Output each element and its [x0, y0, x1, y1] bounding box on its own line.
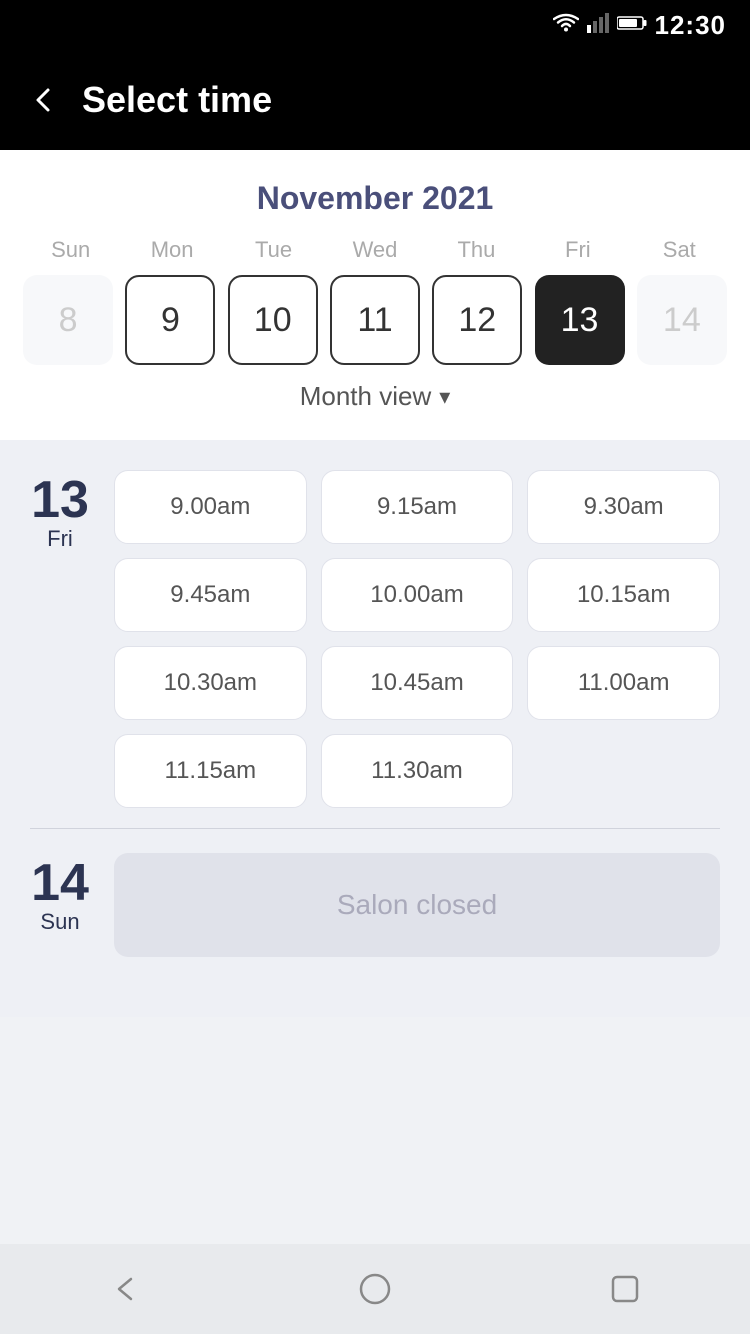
weekday-row: Sun Mon Tue Wed Thu Fri Sat	[20, 237, 730, 263]
nav-home-button[interactable]	[350, 1264, 400, 1314]
day-13-label: 13 Fri	[30, 470, 90, 808]
weekday-tue: Tue	[223, 237, 324, 263]
chevron-down-icon: ▾	[439, 384, 450, 410]
timeslot-945[interactable]: 9.45am	[114, 558, 307, 632]
month-view-toggle[interactable]: Month view ▾	[20, 365, 730, 420]
timeslot-1045[interactable]: 10.45am	[321, 646, 514, 720]
nav-recent-button[interactable]	[600, 1264, 650, 1314]
timeslot-900[interactable]: 9.00am	[114, 470, 307, 544]
timeslot-1000[interactable]: 10.00am	[321, 558, 514, 632]
date-cell-9[interactable]: 9	[125, 275, 215, 365]
day-14-section: 14 Sun Salon closed	[30, 853, 720, 957]
day-divider	[30, 828, 720, 829]
weekday-wed: Wed	[324, 237, 425, 263]
day-13-name: Fri	[47, 526, 73, 552]
date-cell-11[interactable]: 11	[330, 275, 420, 365]
timeslot-915[interactable]: 9.15am	[321, 470, 514, 544]
status-bar: 12:30	[0, 0, 750, 50]
timeslots-grid-13: 9.00am 9.15am 9.30am 9.45am 10.00am 10.1…	[114, 470, 720, 808]
weekday-mon: Mon	[121, 237, 222, 263]
timeslot-1130[interactable]: 11.30am	[321, 734, 514, 808]
status-time: 12:30	[655, 10, 727, 41]
bottom-nav	[0, 1244, 750, 1334]
timeslot-1115[interactable]: 11.15am	[114, 734, 307, 808]
signal-icon	[587, 13, 609, 38]
month-view-label: Month view	[300, 381, 432, 412]
date-row: 8 9 10 11 12 13 14	[20, 275, 730, 365]
day-14-number: 14	[31, 857, 89, 909]
date-cell-13[interactable]: 13	[535, 275, 625, 365]
wifi-icon	[553, 13, 579, 38]
date-cell-10[interactable]: 10	[228, 275, 318, 365]
nav-back-button[interactable]	[100, 1264, 150, 1314]
date-cell-8[interactable]: 8	[23, 275, 113, 365]
timeslot-1030[interactable]: 10.30am	[114, 646, 307, 720]
weekday-sun: Sun	[20, 237, 121, 263]
timeslot-930[interactable]: 9.30am	[527, 470, 720, 544]
calendar-section: November 2021 Sun Mon Tue Wed Thu Fri Sa…	[0, 150, 750, 440]
day-13-number: 13	[31, 474, 89, 526]
timeslot-1015[interactable]: 10.15am	[527, 558, 720, 632]
header: Select time	[0, 50, 750, 150]
salon-closed-box: Salon closed	[114, 853, 720, 957]
weekday-thu: Thu	[426, 237, 527, 263]
day-13-section: 13 Fri 9.00am 9.15am 9.30am 9.45am 10.00…	[30, 470, 720, 808]
date-cell-12[interactable]: 12	[432, 275, 522, 365]
weekday-sat: Sat	[629, 237, 730, 263]
battery-icon	[617, 15, 647, 36]
date-cell-14[interactable]: 14	[637, 275, 727, 365]
day-14-label: 14 Sun	[30, 853, 90, 957]
timeslot-1100[interactable]: 11.00am	[527, 646, 720, 720]
timeslots-section: 13 Fri 9.00am 9.15am 9.30am 9.45am 10.00…	[0, 440, 750, 1017]
back-button[interactable]	[30, 86, 58, 114]
status-icons: 12:30	[553, 10, 727, 41]
page-title: Select time	[82, 79, 272, 121]
weekday-fri: Fri	[527, 237, 628, 263]
day-14-name: Sun	[40, 909, 79, 935]
month-title: November 2021	[20, 180, 730, 217]
